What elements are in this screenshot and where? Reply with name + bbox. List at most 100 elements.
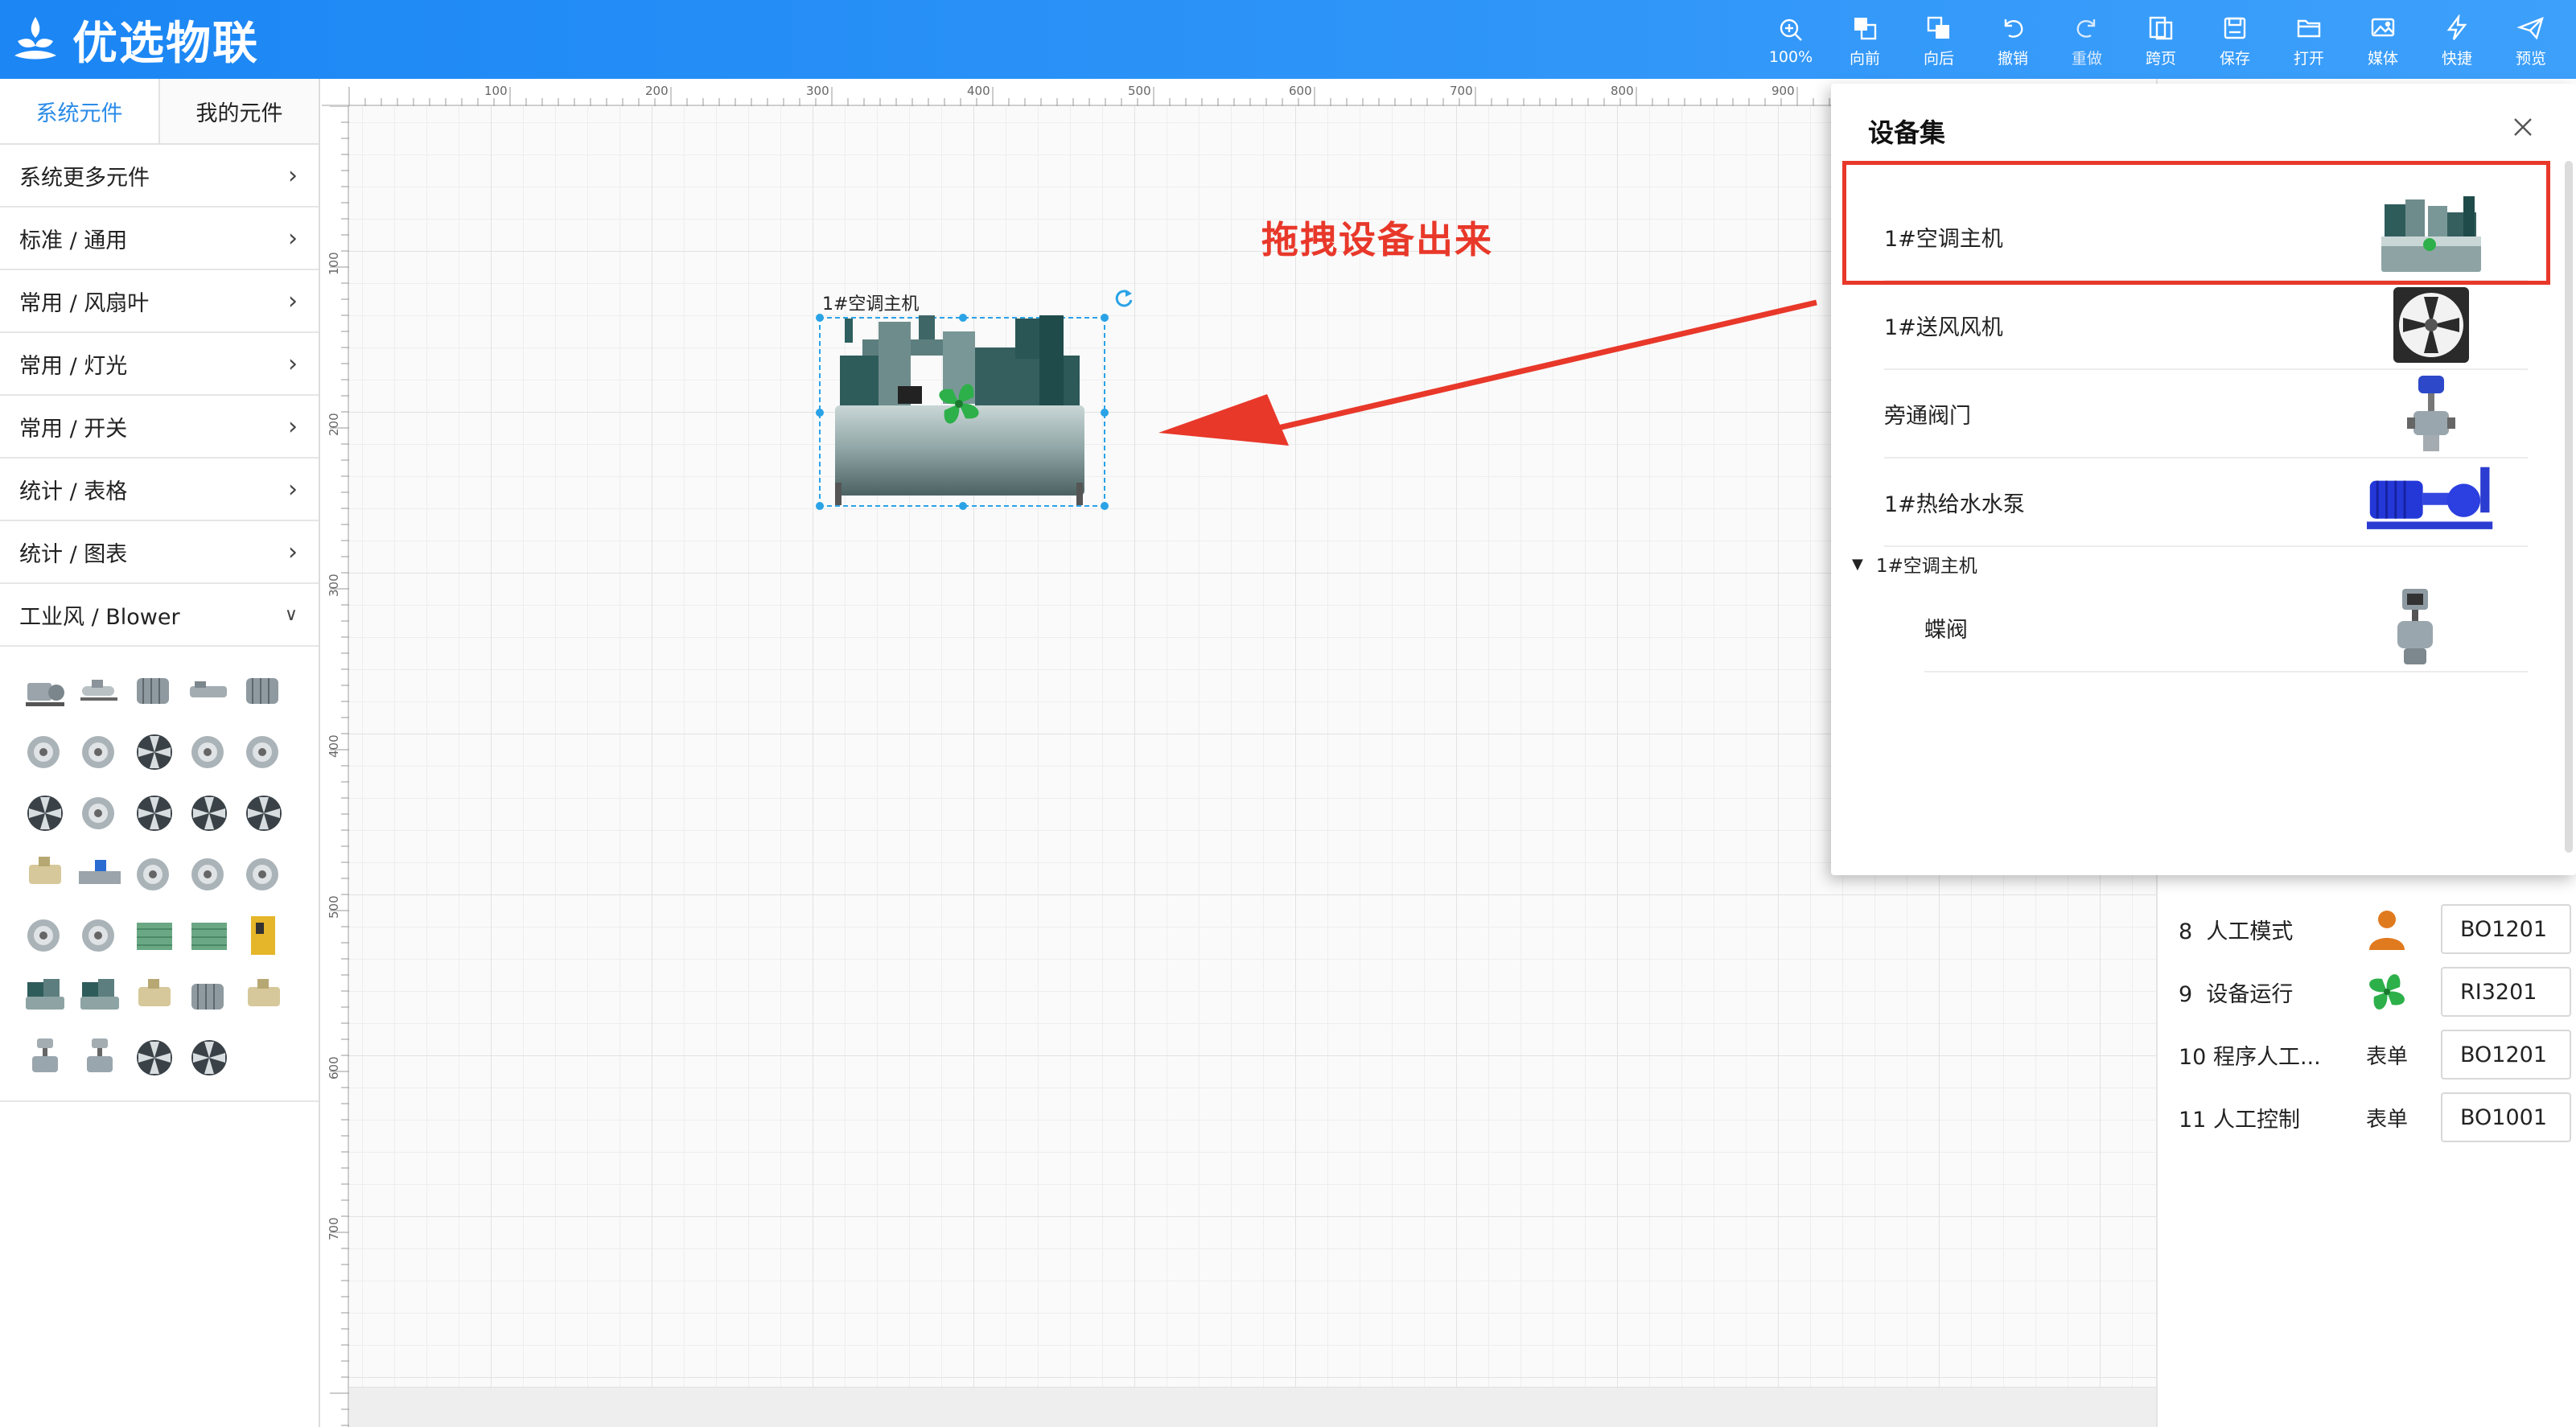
sidebar-tabs: 系统元件 我的元件	[0, 79, 319, 145]
device-group-toggle[interactable]: ▼ 1#空调主机	[1852, 550, 1977, 578]
resize-handle[interactable]	[816, 314, 824, 322]
row-name: 人工模式	[2206, 919, 2294, 944]
property-row[interactable]: 11 人工控制 表单 BO1001	[2158, 1086, 2576, 1149]
ruler-label: 700	[327, 1217, 341, 1240]
component-item[interactable]	[72, 909, 127, 962]
component-item[interactable]	[237, 970, 291, 1023]
component-item[interactable]	[18, 909, 72, 962]
component-item[interactable]	[237, 848, 291, 901]
save-button[interactable]: 保存	[2198, 0, 2272, 79]
resize-handle[interactable]	[1101, 409, 1109, 417]
category-fan-blade[interactable]: 常用 / 风扇叶 ›	[0, 270, 319, 333]
selected-device[interactable]	[816, 314, 1109, 510]
category-system-more[interactable]: 系统更多元件 ›	[0, 145, 319, 208]
resize-handle[interactable]	[1101, 502, 1109, 510]
dialog-scrollbar[interactable]	[2565, 161, 2573, 853]
category-light[interactable]: 常用 / 灯光 ›	[0, 333, 319, 396]
component-item[interactable]	[18, 970, 72, 1023]
blower-icon	[191, 858, 224, 890]
pump-icon	[2367, 460, 2496, 544]
component-item[interactable]	[182, 726, 237, 779]
address-field[interactable]: BO1201	[2441, 904, 2571, 954]
blower-icon	[82, 797, 114, 829]
device-item[interactable]: 旁通阀门	[1884, 370, 2528, 459]
chiller-icon	[80, 979, 119, 1010]
component-item[interactable]	[72, 726, 127, 779]
resize-handle[interactable]	[959, 502, 967, 510]
address-field[interactable]: BO1001	[2441, 1092, 2571, 1142]
property-row[interactable]: 10 程序人工... 表单 BO1201	[2158, 1023, 2576, 1086]
component-item[interactable]	[127, 848, 182, 901]
component-item[interactable]	[72, 1031, 127, 1084]
shortcut-label: 快捷	[2441, 49, 2472, 68]
component-item[interactable]	[72, 970, 127, 1023]
send-backward-button[interactable]: 向后	[1902, 0, 1976, 79]
tab-system-components[interactable]: 系统元件	[0, 79, 160, 143]
shortcut-button[interactable]: 快捷	[2420, 0, 2494, 79]
blower-icon	[246, 858, 278, 890]
row-name: 设备运行	[2206, 981, 2294, 1007]
component-item[interactable]	[182, 787, 237, 840]
rotate-icon[interactable]	[1112, 286, 1136, 310]
component-item[interactable]	[72, 787, 127, 840]
device-item[interactable]: 1#送风风机	[1884, 282, 2528, 370]
component-item[interactable]	[182, 909, 237, 962]
address-field[interactable]: RI3201	[2441, 967, 2571, 1017]
open-label: 打开	[2293, 49, 2324, 68]
device-item[interactable]: 蝶阀	[1924, 584, 2528, 672]
component-item[interactable]	[18, 664, 72, 718]
component-item[interactable]	[72, 848, 127, 901]
device-item[interactable]: 1#热给水水泵	[1884, 459, 2528, 547]
component-item[interactable]	[127, 1031, 182, 1084]
component-item[interactable]	[182, 970, 237, 1023]
component-item[interactable]	[127, 664, 182, 718]
component-item[interactable]	[18, 726, 72, 779]
component-item[interactable]	[182, 1031, 237, 1084]
preview-button[interactable]: 预览	[2494, 0, 2568, 79]
highlight-frame	[1842, 161, 2550, 285]
resize-handle[interactable]	[1101, 314, 1109, 322]
category-standard[interactable]: 标准 / 通用 ›	[0, 208, 319, 270]
category-chart[interactable]: 统计 / 图表 ›	[0, 521, 319, 584]
cross-page-button[interactable]: 跨页	[2124, 0, 2198, 79]
address-field[interactable]: BO1201	[2441, 1030, 2571, 1080]
component-item[interactable]	[18, 1031, 72, 1084]
close-icon[interactable]	[2507, 111, 2539, 143]
open-button[interactable]: 打开	[2272, 0, 2346, 79]
component-item[interactable]	[127, 909, 182, 962]
row-name: 程序人工...	[2212, 1044, 2321, 1070]
redo-button[interactable]: 重做	[2050, 0, 2124, 79]
component-item[interactable]	[18, 787, 72, 840]
canvas-scrollbar[interactable]	[349, 1387, 2156, 1427]
component-item[interactable]	[237, 909, 291, 962]
category-table[interactable]: 统计 / 表格 ›	[0, 459, 319, 521]
component-item[interactable]	[237, 726, 291, 779]
component-item[interactable]	[237, 664, 291, 718]
undo-button[interactable]: 撤销	[1976, 0, 2050, 79]
category-switch[interactable]: 常用 / 开关 ›	[0, 396, 319, 459]
resize-handle[interactable]	[816, 502, 824, 510]
component-item[interactable]	[72, 664, 127, 718]
component-item[interactable]	[127, 970, 182, 1023]
category-blower[interactable]: 工业风 / Blower ∨	[0, 584, 319, 647]
open-folder-icon	[2297, 19, 2321, 37]
component-item[interactable]	[237, 787, 291, 840]
property-row[interactable]: 8 人工模式 BO1201	[2158, 898, 2576, 960]
component-item[interactable]	[127, 787, 182, 840]
component-item[interactable]	[127, 726, 182, 779]
tab-my-components[interactable]: 我的元件	[160, 79, 319, 143]
component-item[interactable]	[182, 664, 237, 718]
component-item[interactable]	[182, 848, 237, 901]
property-row[interactable]: 9 设备运行 RI3201	[2158, 960, 2576, 1023]
media-button[interactable]: 媒体	[2346, 0, 2420, 79]
bring-forward-button[interactable]: 向前	[1828, 0, 1902, 79]
zoom-button[interactable]: 100%	[1754, 0, 1828, 79]
zoom-icon	[1780, 19, 1802, 41]
resize-handle[interactable]	[959, 314, 967, 322]
component-item[interactable]	[18, 848, 72, 901]
blower-icon	[82, 919, 114, 952]
resize-handle[interactable]	[816, 409, 824, 417]
category-label: 常用 / 风扇叶	[19, 290, 150, 316]
category-label: 标准 / 通用	[19, 228, 128, 253]
device-item-label: 1#送风风机	[1884, 315, 2003, 340]
